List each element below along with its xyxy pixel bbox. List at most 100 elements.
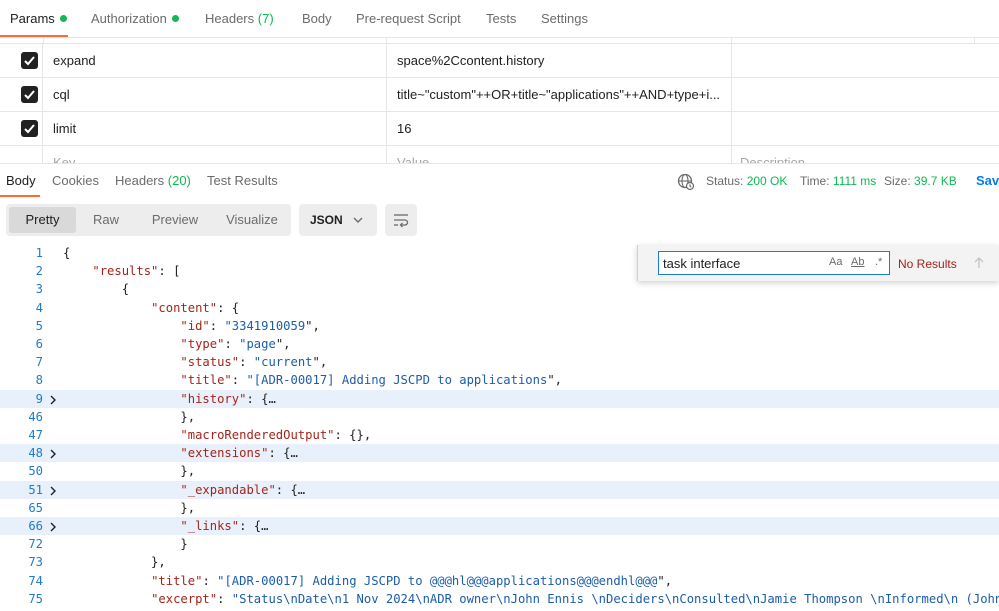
match-case-toggle[interactable]: Aa — [829, 256, 842, 268]
code-line: 8 "title": "[ADR-00017] Adding JSCPD to … — [0, 371, 999, 389]
wrap-lines-button[interactable] — [385, 204, 417, 236]
response-code-editor[interactable]: 1{2 "results": [3 {4 "content": {5 "id":… — [0, 243, 999, 611]
response-tabs: Body Cookies Headers (20) Test Results S… — [0, 163, 999, 197]
code-line: 4 "content": { — [0, 299, 999, 317]
status-label: Status: — [706, 174, 744, 188]
param-key[interactable]: cql — [53, 87, 70, 102]
tab-response-headers[interactable]: Headers (20) — [115, 173, 191, 188]
param-value[interactable]: title~"custom"++OR+title~"applications"+… — [397, 87, 727, 102]
column-divider — [386, 78, 387, 112]
format-selected: JSON — [310, 213, 343, 227]
tab-body[interactable]: Body — [302, 11, 332, 26]
save-response-button[interactable]: Sav — [976, 173, 999, 188]
line-number: 8 — [35, 373, 43, 388]
params-table: expand space%2Ccontent.history cql title… — [0, 43, 999, 163]
param-checkbox[interactable] — [21, 120, 38, 137]
view-preview-button[interactable]: Preview — [136, 207, 214, 233]
line-number: 48 — [28, 446, 43, 461]
line-number: 47 — [28, 428, 43, 442]
line-number: 46 — [28, 409, 43, 424]
tab-params[interactable]: Params — [10, 11, 67, 26]
column-divider — [731, 112, 732, 146]
time-value[interactable]: 1111 ms — [833, 174, 876, 188]
code-line: 75 "excerpt": "Status\nDate\n1 Nov 2024\… — [0, 590, 999, 608]
param-description-placeholder[interactable]: Description — [740, 155, 805, 163]
line-number: 74 — [28, 573, 43, 588]
code-line: 50 }, — [0, 462, 999, 480]
line-number: 9 — [35, 391, 43, 406]
size-readout: Size: 39.7 KB — [884, 174, 957, 188]
code-line: 65 }, — [0, 499, 999, 517]
param-key[interactable]: expand — [53, 53, 96, 68]
globe-icon[interactable] — [677, 173, 695, 196]
find-result-status: No Results — [898, 257, 957, 271]
code-text: "_expandable": {… — [180, 482, 306, 497]
param-row: limit 16 — [0, 111, 999, 146]
line-number: 2 — [35, 264, 43, 279]
line-number: 50 — [28, 464, 43, 479]
time-label: Time: — [800, 174, 830, 188]
tab-response-body[interactable]: Body — [6, 173, 36, 188]
param-value[interactable]: 16 — [397, 121, 727, 136]
code-text: "excerpt": "Status\nDate\n1 Nov 2024\nAD… — [151, 591, 999, 606]
active-tab-indicator — [0, 35, 68, 37]
find-widget: Aa Ab .* No Results — [637, 245, 999, 281]
param-value-placeholder[interactable]: Value — [397, 155, 727, 163]
code-text: "content": { — [151, 300, 240, 315]
tab-settings[interactable]: Settings — [541, 11, 588, 26]
param-value[interactable]: space%2Ccontent.history — [397, 53, 727, 68]
headers-count: (7) — [257, 11, 274, 26]
param-key-placeholder[interactable]: Key — [53, 155, 75, 163]
param-checkbox-cell — [0, 44, 43, 78]
code-line: 6 "type": "page", — [0, 335, 999, 353]
code-text: "history": {… — [180, 391, 276, 406]
chevron-down-icon — [352, 214, 364, 229]
view-raw-button[interactable]: Raw — [78, 207, 134, 233]
param-checkbox-cell — [0, 78, 43, 112]
authorization-status-dot — [171, 15, 179, 22]
line-number: 6 — [35, 337, 43, 351]
arrow-up-icon[interactable] — [972, 256, 986, 275]
regex-toggle[interactable]: .* — [875, 256, 882, 268]
param-row-new: Key Value Description — [0, 145, 999, 163]
code-text: } — [63, 537, 188, 552]
param-checkbox-cell — [0, 146, 43, 163]
view-visualize-button[interactable]: Visualize — [216, 207, 288, 233]
line-number: 51 — [28, 482, 43, 497]
param-checkbox-cell — [0, 112, 43, 146]
response-headers-count: (20) — [167, 173, 191, 188]
code-text: }, — [63, 464, 196, 479]
format-dropdown[interactable]: JSON — [299, 204, 377, 236]
code-line: 73 }, — [0, 553, 999, 571]
tab-headers[interactable]: Headers (7) — [205, 11, 274, 26]
tab-pre-request-script[interactable]: Pre-request Script — [356, 11, 461, 26]
param-checkbox[interactable] — [21, 86, 38, 103]
column-divider — [731, 146, 732, 163]
code-text: "results": [ — [92, 264, 181, 279]
size-value[interactable]: 39.7 KB — [914, 174, 957, 188]
size-label: Size: — [884, 174, 911, 188]
line-number: 73 — [28, 555, 43, 570]
param-checkbox[interactable] — [21, 52, 38, 69]
code-text: "title": "[ADR-00017] Adding JSCPD to @@… — [151, 573, 673, 588]
code-line: 51 "_expandable": {… — [0, 480, 999, 499]
status-value[interactable]: 200 OK — [747, 174, 788, 188]
tab-cookies[interactable]: Cookies — [52, 173, 99, 188]
tab-authorization[interactable]: Authorization — [91, 11, 179, 26]
code-line: 48 "extensions": {… — [0, 444, 999, 463]
code-line: 3 { — [0, 280, 999, 298]
line-number: 3 — [35, 282, 43, 297]
code-text: "macroRenderedOutput": {}, — [180, 428, 372, 442]
tab-tests[interactable]: Tests — [486, 11, 516, 26]
code-text: "extensions": {… — [180, 446, 298, 461]
code-line: 47 "macroRenderedOutput": {}, — [0, 426, 999, 444]
whole-word-toggle[interactable]: Ab — [851, 256, 864, 268]
code-text: "status": "current", — [180, 355, 328, 370]
column-divider — [386, 146, 387, 163]
view-pretty-button[interactable]: Pretty — [9, 207, 76, 233]
code-text: "title": "[ADR-00017] Adding JSCPD to ap… — [180, 373, 562, 388]
tab-test-results[interactable]: Test Results — [207, 173, 278, 188]
column-divider — [386, 112, 387, 146]
param-key[interactable]: limit — [53, 121, 76, 136]
code-line: 72 } — [0, 535, 999, 553]
